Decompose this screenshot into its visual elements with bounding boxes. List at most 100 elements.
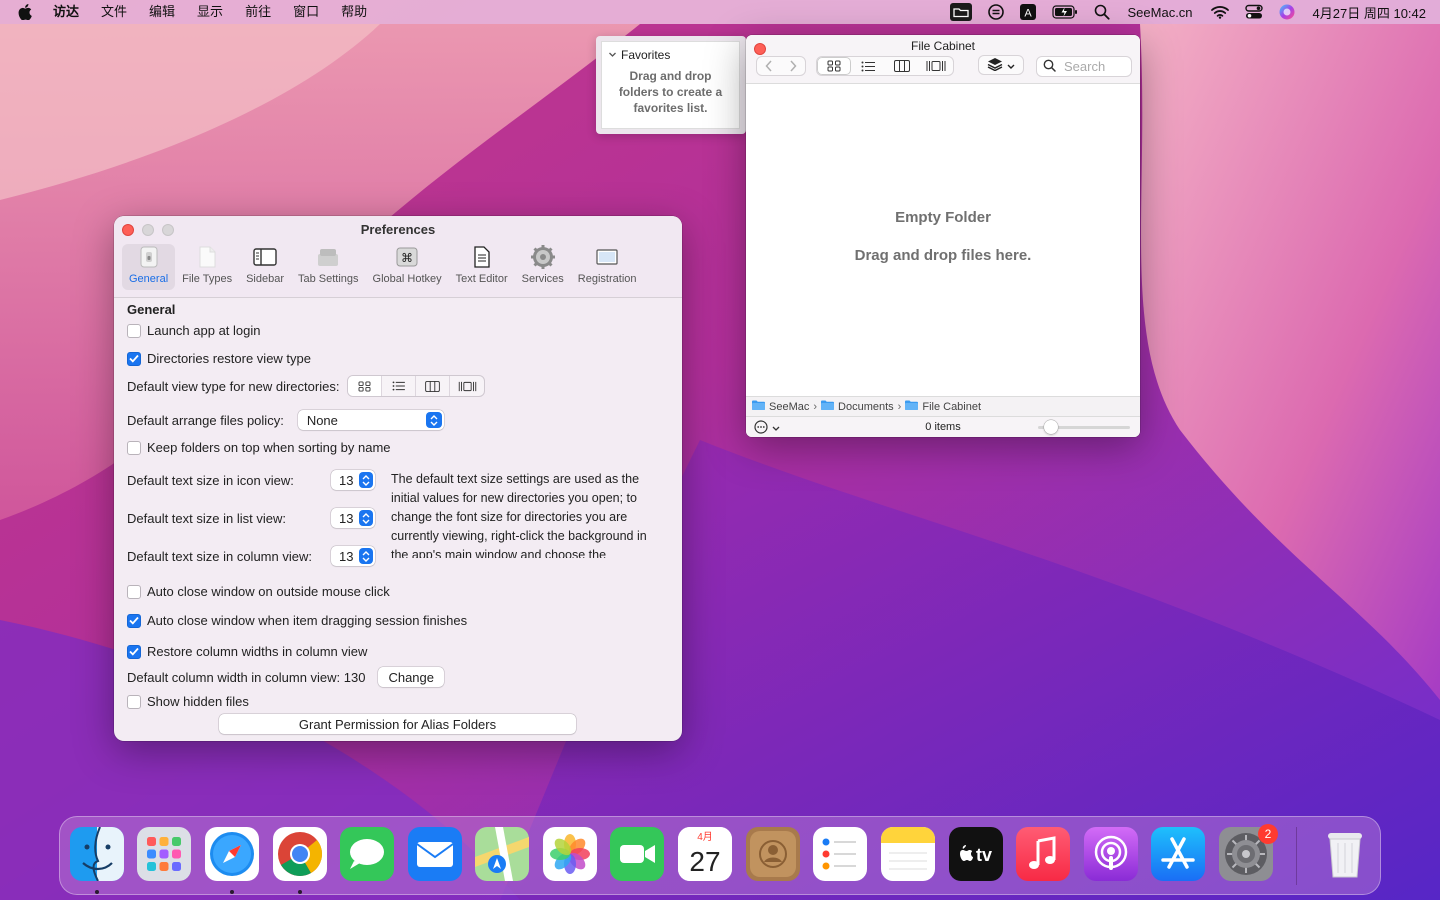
restore-column-widths-row[interactable]: Restore column widths in column view: [127, 644, 367, 659]
file-list-area[interactable]: Empty Folder Drag and drop files here.: [746, 84, 1140, 396]
up-down-chevron-icon[interactable]: [359, 472, 373, 488]
list-view-option[interactable]: [382, 376, 417, 396]
preferences-window: Preferences General File Types Sidebar T…: [114, 216, 682, 741]
menubar-status-text[interactable]: SeeMac.cn: [1128, 0, 1193, 24]
favorites-header-label: Favorites: [621, 48, 671, 62]
list-view-button[interactable]: [851, 57, 885, 75]
dock-photos[interactable]: [543, 827, 597, 881]
column-width-row: Default column width in column view: 130…: [127, 667, 444, 687]
path-item[interactable]: Documents: [821, 400, 894, 413]
icon-view-option[interactable]: [348, 376, 383, 396]
dock-finder[interactable]: [70, 826, 124, 882]
gallery-view-option[interactable]: [450, 376, 484, 396]
gallery-view-button[interactable]: [919, 57, 953, 75]
dock-launchpad[interactable]: [137, 827, 191, 881]
dock-podcasts[interactable]: [1084, 827, 1138, 881]
column-view-button[interactable]: [885, 57, 919, 75]
forward-button[interactable]: [781, 57, 805, 75]
dock-notes[interactable]: [881, 827, 935, 881]
menu-window[interactable]: 窗口: [282, 0, 330, 24]
folders-on-top-row[interactable]: Keep folders on top when sorting by name: [127, 440, 391, 455]
path-item[interactable]: SeeMac: [752, 400, 809, 413]
auto-close-drag-checkbox[interactable]: [127, 613, 141, 628]
search-field[interactable]: Search: [1036, 56, 1132, 77]
favorites-empty-message: Drag and drop folders to create a favori…: [618, 69, 723, 115]
column-view-option[interactable]: [416, 376, 451, 396]
path-separator-icon: ›: [813, 400, 818, 413]
favorites-header[interactable]: Favorites: [608, 48, 670, 62]
menu-app-name[interactable]: 访达: [42, 0, 90, 24]
path-label: SeeMac: [769, 400, 810, 413]
auto-close-outside-checkbox[interactable]: [127, 584, 141, 599]
column-text-size-stepper[interactable]: 13: [331, 546, 375, 566]
favorites-list[interactable]: Favorites Drag and drop folders to creat…: [601, 41, 740, 129]
tab-general[interactable]: General: [122, 244, 176, 290]
apple-menu-icon[interactable]: [18, 0, 38, 24]
auto-close-drag-row[interactable]: Auto close window when item dragging ses…: [127, 613, 467, 628]
restore-view-type-checkbox[interactable]: [127, 351, 141, 366]
checkbox-label: Auto close window on outside mouse click: [147, 584, 390, 599]
restore-view-type-row[interactable]: Directories restore view type: [127, 351, 311, 366]
tab-registration[interactable]: Registration: [571, 244, 644, 290]
dock-safari[interactable]: [205, 827, 259, 881]
path-item[interactable]: File Cabinet: [905, 400, 981, 413]
wifi-icon[interactable]: [1210, 0, 1229, 24]
dock-music[interactable]: [1016, 827, 1070, 881]
menu-view[interactable]: 显示: [186, 0, 234, 24]
dock-trash[interactable]: [1318, 827, 1372, 881]
grant-permission-button[interactable]: Grant Permission for Alias Folders: [219, 714, 576, 734]
icon-text-size-label: Default text size in icon view:: [127, 472, 294, 488]
control-center-icon[interactable]: [1244, 0, 1263, 24]
launch-at-login-row[interactable]: Launch app at login: [127, 323, 260, 338]
list-text-size-stepper[interactable]: 13: [331, 508, 375, 528]
menu-help[interactable]: 帮助: [330, 0, 378, 24]
dock-maps[interactable]: [475, 827, 529, 881]
siri-icon[interactable]: [1279, 0, 1295, 24]
menu-file[interactable]: 文件: [90, 0, 138, 24]
tab-text-editor[interactable]: Text Editor: [449, 244, 515, 290]
change-button[interactable]: Change: [378, 667, 444, 687]
launch-at-login-checkbox[interactable]: [127, 323, 141, 338]
dock-chrome[interactable]: [273, 827, 327, 881]
search-icon: [1043, 59, 1056, 75]
menu-go[interactable]: 前往: [234, 0, 282, 24]
icon-view-button[interactable]: [817, 57, 851, 75]
dock: 4月 27 tv 2: [59, 816, 1381, 895]
up-down-chevron-icon[interactable]: [359, 510, 373, 526]
auto-close-outside-row[interactable]: Auto close window on outside mouse click: [127, 584, 390, 599]
back-button[interactable]: [757, 57, 781, 75]
battery-icon[interactable]: [1051, 0, 1078, 24]
input-method-icon[interactable]: A: [1019, 0, 1036, 24]
restore-column-widths-checkbox[interactable]: [127, 644, 141, 659]
dock-calendar[interactable]: 4月 27: [678, 827, 732, 881]
menu-edit[interactable]: 编辑: [138, 0, 186, 24]
stack-menu-button[interactable]: [978, 55, 1024, 75]
sync-icon[interactable]: [987, 0, 1004, 24]
dock-contacts[interactable]: [746, 827, 800, 881]
empty-folder-title: Empty Folder: [895, 209, 991, 226]
spotlight-search-icon[interactable]: [1094, 0, 1110, 24]
tab-label: Text Editor: [455, 273, 508, 285]
show-hidden-checkbox[interactable]: [127, 694, 141, 709]
tab-label: Registration: [577, 273, 637, 285]
tab-services[interactable]: Services: [515, 244, 571, 290]
dock-reminders[interactable]: [813, 827, 867, 881]
file-cabinet-menu-icon[interactable]: [949, 0, 972, 24]
arrange-policy-popup[interactable]: None: [297, 410, 444, 430]
dock-app-store[interactable]: [1151, 827, 1205, 881]
icon-size-slider-knob[interactable]: [1044, 420, 1058, 434]
dock-tv[interactable]: tv: [949, 827, 1003, 881]
dock-mail[interactable]: [408, 827, 462, 881]
icon-text-size-stepper[interactable]: 13: [331, 470, 375, 490]
up-down-chevron-icon[interactable]: [359, 548, 373, 564]
dock-messages[interactable]: [340, 827, 394, 881]
tab-global-hotkey[interactable]: ⌘ Global Hotkey: [366, 244, 449, 290]
dock-facetime[interactable]: [610, 827, 664, 881]
stepper-value: 13: [339, 472, 354, 488]
folders-on-top-checkbox[interactable]: [127, 440, 141, 455]
tab-file-types[interactable]: File Types: [175, 244, 239, 290]
menubar-clock[interactable]: 4月27日 周四 10:42: [1313, 0, 1426, 24]
show-hidden-row[interactable]: Show hidden files: [127, 694, 249, 709]
tab-tab-settings[interactable]: Tab Settings: [291, 244, 366, 290]
tab-sidebar[interactable]: Sidebar: [239, 244, 291, 290]
